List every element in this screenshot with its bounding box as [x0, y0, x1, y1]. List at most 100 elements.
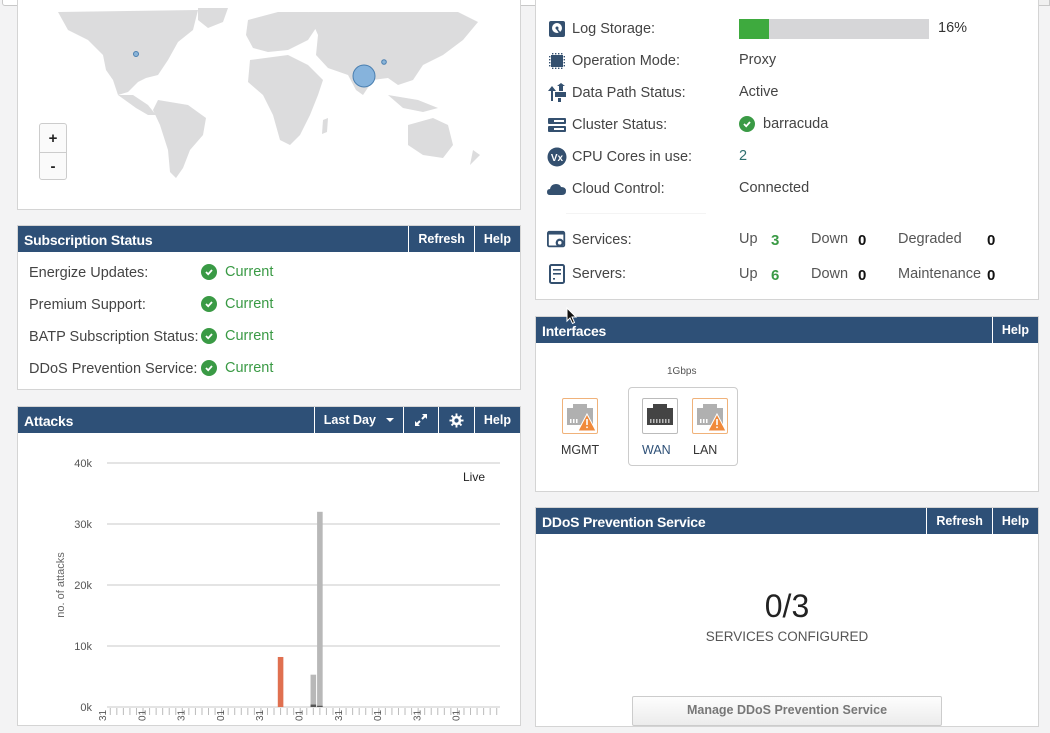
- port-wan[interactable]: [642, 398, 678, 434]
- services-up-label: Up: [739, 231, 758, 247]
- servers-maintenance-label: Maintenance: [898, 266, 982, 282]
- divider: [566, 213, 706, 214]
- map-nz: [470, 150, 480, 165]
- map-zoom-out-button[interactable]: -: [40, 152, 66, 180]
- interfaces-title: Interfaces: [542, 323, 607, 339]
- interfaces-help-button[interactable]: Help: [991, 317, 1038, 343]
- attacks-chart: 0k 10k 20k 30k 40k no. of attacks Live 31 01 31 01…: [55, 458, 500, 721]
- cluster-status-row: Cluster Status:: [547, 114, 667, 136]
- cpu-cores-row: Vx CPU Cores in use:: [547, 146, 692, 168]
- map-central-america: [118, 95, 156, 115]
- x-tick-label: 31: [177, 709, 188, 721]
- x-tick-label: 01: [137, 709, 148, 721]
- cloud-control-value: Connected: [739, 180, 810, 196]
- system-status-panel: Log Storage: 16% Operation Mode: Proxy D…: [535, 0, 1039, 300]
- subscription-help-button[interactable]: Help: [473, 226, 520, 252]
- servers-up-count: 6: [771, 266, 780, 284]
- energize-updates-label: Energize Updates:: [29, 265, 149, 281]
- premium-support-status: Current: [201, 294, 273, 314]
- attacks-header: Attacks Last Day Help: [18, 407, 520, 433]
- port-lan[interactable]: [692, 398, 728, 434]
- port-lan-label: LAN: [693, 443, 718, 457]
- world-map[interactable]: [18, 0, 522, 210]
- time-range-dropdown[interactable]: Last Day: [313, 407, 403, 433]
- x-tick-label: 31: [255, 709, 266, 721]
- map-madagascar: [322, 118, 328, 134]
- map-zoom-control: + -: [39, 123, 67, 180]
- subscription-header: Subscription Status Refresh Help: [18, 226, 520, 252]
- expand-button[interactable]: [402, 407, 438, 433]
- port-mgmt[interactable]: [562, 398, 598, 434]
- x-tick-label: 01: [452, 709, 463, 721]
- y-tick-label: 0k: [80, 702, 92, 714]
- port-mgmt-label: MGMT: [561, 443, 600, 457]
- services-degraded-label: Degraded: [898, 231, 962, 247]
- ethernet-port-icon: [647, 404, 673, 425]
- map-south-america: [153, 100, 206, 178]
- log-storage-bar: [739, 19, 929, 39]
- services-gear-icon: [547, 230, 567, 250]
- services-degraded-count: 0: [987, 231, 996, 249]
- cpu-chip-icon: [547, 51, 567, 71]
- ddos-help-button[interactable]: Help: [991, 508, 1038, 534]
- attacks-help-button[interactable]: Help: [473, 407, 520, 433]
- hard-disk-icon: [547, 19, 567, 39]
- map-marker-china: [381, 59, 387, 65]
- bar-orange: [277, 656, 284, 707]
- vx-icon: Vx: [547, 147, 567, 167]
- services-label: Services:: [572, 232, 632, 248]
- settings-button[interactable]: [437, 407, 474, 433]
- servers-up-label: Up: [739, 266, 758, 282]
- bar-dark: [310, 704, 317, 707]
- ethernet-port-warning-icon: [567, 404, 597, 432]
- y-tick-label: 40k: [74, 458, 92, 470]
- cluster-status-value: barracuda: [739, 113, 828, 135]
- map-europe: [246, 12, 318, 52]
- x-tick-label: 31: [334, 709, 345, 721]
- x-tick-label: 31: [412, 709, 423, 721]
- data-path-label: Data Path Status:: [572, 85, 686, 101]
- x-tick-label: 01: [216, 709, 227, 721]
- servers-down-count: 0: [858, 266, 867, 284]
- cluster-name: barracuda: [763, 116, 829, 132]
- map-marker-north-america: [133, 51, 139, 57]
- services-up-count: 3: [771, 231, 780, 249]
- servers-label: Servers:: [572, 266, 626, 282]
- bar-gray: [310, 674, 317, 707]
- map-north-america: [58, 10, 198, 95]
- cluster-status-label: Cluster Status:: [572, 117, 668, 133]
- map-zoom-in-button[interactable]: +: [40, 124, 66, 152]
- check-circle-icon: [201, 296, 217, 312]
- status-text: Current: [225, 360, 274, 376]
- log-storage-row: Log Storage:: [547, 18, 655, 40]
- operation-mode-value: Proxy: [739, 52, 777, 68]
- map-marker-india: [352, 64, 376, 88]
- check-circle-icon: [201, 264, 217, 280]
- services-down-label: Down: [811, 231, 849, 247]
- bar-dark: [317, 705, 323, 707]
- y-tick-label: 10k: [74, 641, 92, 653]
- manage-ddos-button[interactable]: Manage DDoS Prevention Service: [632, 696, 942, 726]
- gear-icon: [449, 412, 464, 428]
- servers-maintenance-count: 0: [987, 266, 996, 284]
- operation-mode-label: Operation Mode:: [572, 53, 681, 69]
- x-tick-label: 01: [295, 709, 306, 721]
- x-tick-label: 01: [373, 709, 384, 721]
- data-path-value: Active: [739, 84, 779, 100]
- y-tick-label: 30k: [74, 519, 92, 531]
- map-asia: [308, 12, 478, 95]
- x-tick-label: 31: [98, 709, 109, 721]
- y-tick-label: 20k: [74, 580, 92, 592]
- ddos-header: DDoS Prevention Service Refresh Help: [536, 508, 1038, 534]
- cpu-cores-value: 2: [739, 148, 748, 164]
- check-circle-icon: [201, 360, 217, 376]
- time-range-value: Last Day: [323, 413, 376, 427]
- ddos-refresh-button[interactable]: Refresh: [926, 508, 992, 534]
- port-wan-label[interactable]: WAN: [642, 443, 671, 457]
- data-path-row: Data Path Status:: [547, 82, 686, 104]
- map-africa: [248, 55, 323, 145]
- svg-text:Vx: Vx: [551, 153, 564, 164]
- services-configured-label: SERVICES CONFIGURED: [705, 629, 869, 644]
- log-storage-percent: 16%: [938, 20, 968, 36]
- subscription-refresh-button[interactable]: Refresh: [408, 226, 474, 252]
